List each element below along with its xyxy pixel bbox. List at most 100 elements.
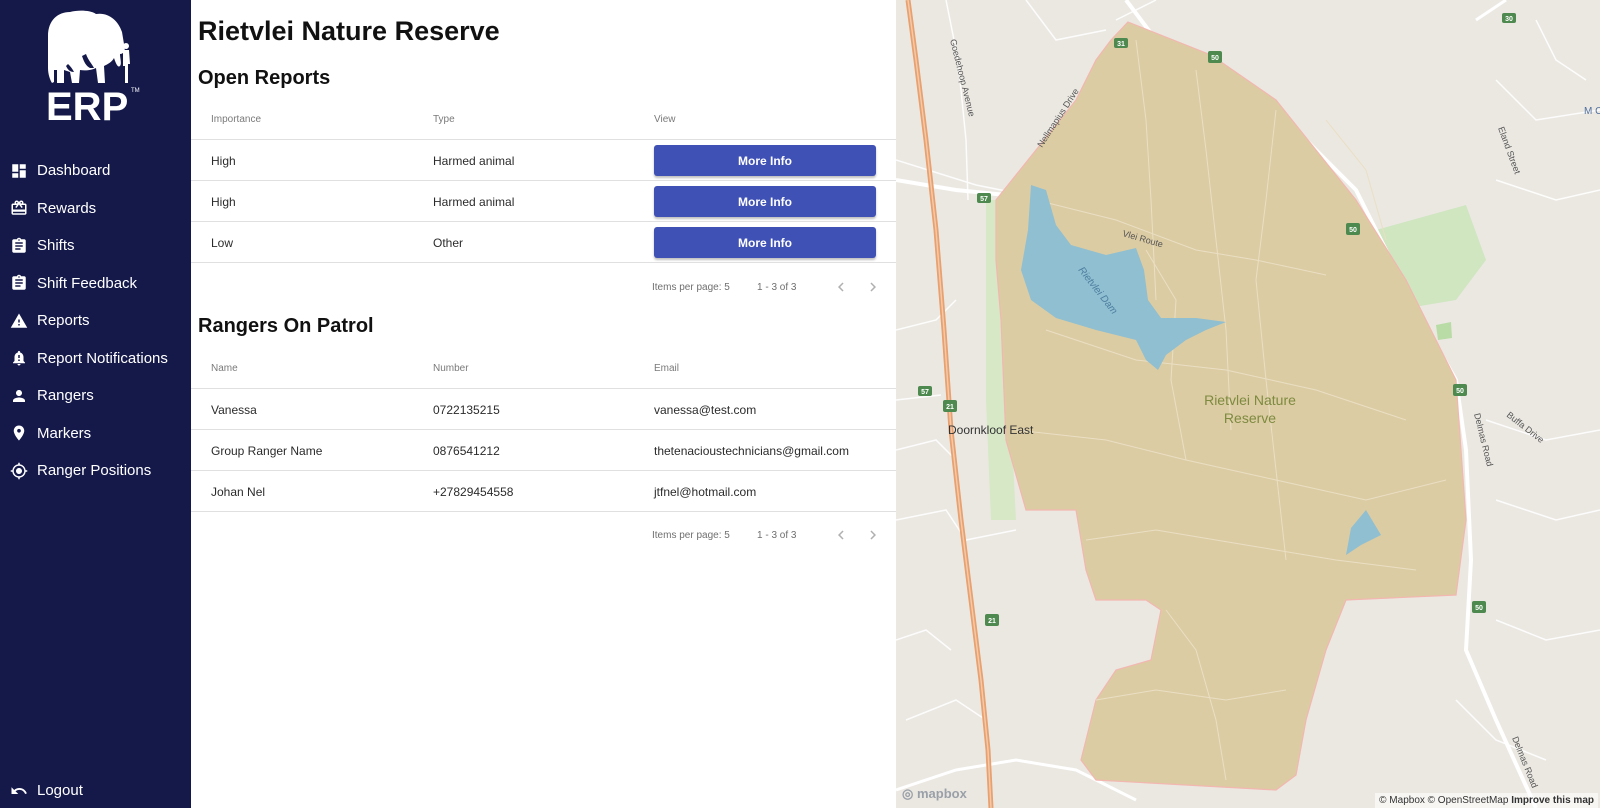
importance-cell: High — [211, 195, 236, 209]
name-cell: Group Ranger Name — [211, 444, 323, 458]
type-cell: Other — [433, 236, 464, 250]
sidebar-item-dashboard[interactable]: Dashboard — [0, 152, 191, 190]
open-reports-table: Importance Type View High Harmed animal … — [191, 99, 896, 263]
chevron-right-icon — [870, 530, 876, 540]
dashboard-icon — [10, 162, 28, 180]
logout-area: Logout — [0, 772, 191, 808]
table-row: High Harmed animal More Info — [191, 181, 896, 222]
improve-map-link[interactable]: Improve this map — [1511, 795, 1594, 806]
column-header-view[interactable]: View — [654, 114, 676, 125]
edge-map-label: M C — [1584, 106, 1600, 117]
email-cell: vanessa@test.com — [654, 403, 757, 417]
next-page-button[interactable] — [864, 526, 882, 544]
previous-page-button[interactable] — [832, 526, 850, 544]
attribution-text[interactable]: © Mapbox © OpenStreetMap — [1379, 795, 1508, 806]
next-page-button[interactable] — [864, 278, 882, 296]
sidebar-item-label: Dashboard — [37, 162, 111, 180]
sidebar-item-label: Rangers — [37, 387, 94, 405]
column-header-importance[interactable]: Importance — [211, 114, 261, 125]
column-header-name[interactable]: Name — [211, 363, 238, 374]
sidebar-item-report-notifications[interactable]: Report Notifications — [0, 340, 191, 378]
column-header-number[interactable]: Number — [433, 363, 469, 374]
more-info-button[interactable]: More Info — [654, 227, 876, 258]
sidebar-nav: Dashboard Rewards Shifts Shift Feedback — [0, 152, 191, 490]
rangers-on-patrol-title: Rangers On Patrol — [198, 315, 374, 337]
column-header-type[interactable]: Type — [433, 114, 455, 125]
mapbox-logo[interactable]: ◎ mapbox — [902, 786, 967, 802]
sidebar-item-ranger-positions[interactable]: Ranger Positions — [0, 452, 191, 490]
sidebar: ERP TM Dashboard Rewards Shifts Shift Fe… — [0, 0, 191, 808]
number-cell: 0722135215 — [433, 403, 500, 417]
sidebar-item-shift-feedback[interactable]: Shift Feedback — [0, 265, 191, 303]
gift-icon — [10, 199, 28, 217]
street-label-eland: Eland Street — [1496, 125, 1523, 175]
previous-page-button[interactable] — [832, 278, 850, 296]
sidebar-item-rangers[interactable]: Rangers — [0, 377, 191, 415]
shield-50-right: 50 — [1456, 388, 1464, 395]
more-info-button[interactable]: More Info — [654, 145, 876, 176]
sidebar-item-label: Shifts — [37, 237, 75, 255]
sidebar-item-markers[interactable]: Markers — [0, 415, 191, 453]
table-row: High Harmed animal More Info — [191, 140, 896, 181]
importance-cell: Low — [211, 236, 234, 250]
table-row: Johan Nel +27829454558 jtfnel@hotmail.co… — [191, 471, 896, 512]
sidebar-item-label: Markers — [37, 424, 92, 442]
clipboard-icon — [10, 237, 28, 255]
main-content: Rietvlei Nature Reserve Open Reports Imp… — [191, 0, 896, 808]
shield-50-mid: 50 — [1349, 227, 1357, 234]
logo-trademark: TM — [131, 88, 140, 94]
column-header-email[interactable]: Email — [654, 363, 679, 374]
email-cell: jtfnel@hotmail.com — [654, 485, 757, 499]
rangers-table: Name Number Email Vanessa 0722135215 van… — [191, 348, 896, 512]
reserve-label-line1: Rietvlei Nature — [1204, 392, 1296, 408]
items-per-page-select[interactable]: Items per page: 5 — [652, 282, 730, 293]
table-header: Name Number Email — [191, 348, 896, 389]
number-cell: 0876541212 — [433, 444, 500, 458]
shield-50-top: 50 — [1211, 55, 1219, 62]
undo-icon — [10, 782, 28, 800]
items-per-page-label: Items per page: — [652, 530, 722, 541]
map-view[interactable]: 31 30 50 57 21 57 50 21 50 50 Goedehoop … — [896, 0, 1600, 808]
page-range: 1 - 3 of 3 — [757, 530, 797, 541]
sidebar-item-rewards[interactable]: Rewards — [0, 190, 191, 228]
rangers-paginator: Items per page: 5 1 - 3 of 3 — [191, 516, 896, 556]
table-row: Vanessa 0722135215 vanessa@test.com — [191, 389, 896, 430]
logout-button[interactable]: Logout — [0, 772, 191, 808]
open-reports-paginator: Items per page: 5 1 - 3 of 3 — [191, 268, 896, 308]
sidebar-item-reports[interactable]: Reports — [0, 302, 191, 340]
more-info-button[interactable]: More Info — [654, 186, 876, 217]
reserve-label-line2: Reserve — [1224, 410, 1276, 426]
name-cell: Vanessa — [211, 403, 257, 417]
page-range: 1 - 3 of 3 — [757, 282, 797, 293]
email-cell: thetenacioustechnicians@gmail.com — [654, 444, 849, 458]
bell-alert-icon — [10, 349, 28, 367]
logout-label: Logout — [37, 782, 83, 800]
sidebar-item-shifts[interactable]: Shifts — [0, 227, 191, 265]
map-attribution: © Mapbox © OpenStreetMap Improve this ma… — [1375, 793, 1598, 808]
erp-logo[interactable]: ERP TM — [42, 8, 148, 128]
person-icon — [10, 387, 28, 405]
shield-30: 30 — [1505, 16, 1513, 23]
app-root: ERP TM Dashboard Rewards Shifts Shift Fe… — [0, 0, 1600, 808]
shield-21-top: 21 — [946, 404, 954, 411]
clipboard-icon — [10, 274, 28, 292]
warning-icon — [10, 312, 28, 330]
items-per-page-select[interactable]: Items per page: 5 — [652, 530, 730, 541]
sidebar-item-label: Rewards — [37, 199, 97, 217]
street-label-delmas-upper: Delmas Road — [1472, 412, 1495, 467]
shield-57-bottom: 57 — [921, 389, 929, 396]
map-canvas[interactable]: 31 30 50 57 21 57 50 21 50 50 Goedehoop … — [896, 0, 1600, 808]
mapbox-logo-icon: ◎ — [902, 786, 914, 801]
shield-21-bottom: 21 — [988, 618, 996, 625]
shield-50-bottom: 50 — [1475, 605, 1483, 612]
suburb-label: Doornkloof East — [948, 423, 1034, 437]
type-cell: Harmed animal — [433, 154, 515, 168]
street-label-buffa: Buffa Drive — [1505, 410, 1546, 445]
elephant-logo-icon: ERP TM — [46, 10, 140, 128]
chevron-left-icon — [838, 530, 844, 540]
items-per-page-value: 5 — [724, 282, 730, 293]
park-area — [1436, 322, 1452, 340]
map-pin-icon — [10, 424, 28, 442]
table-row: Low Other More Info — [191, 222, 896, 263]
open-reports-title: Open Reports — [198, 67, 331, 89]
